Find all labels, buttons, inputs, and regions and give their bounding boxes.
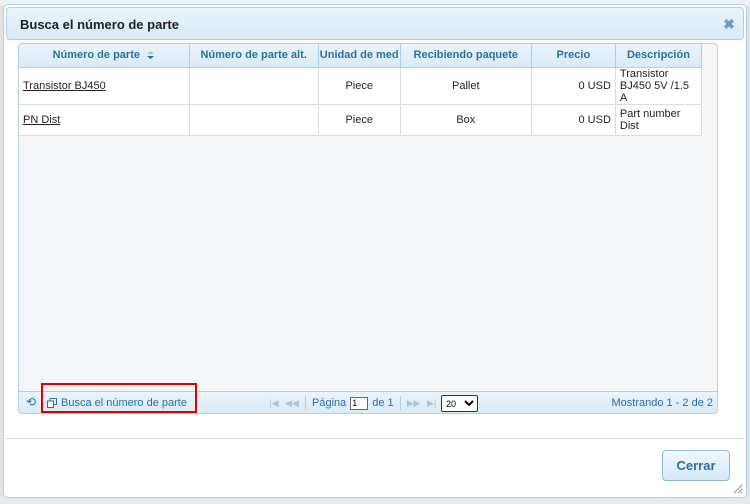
table-row[interactable]: Transistor BJ450 Piece Pallet 0 USD Tran… — [19, 67, 703, 105]
page-total-label: de 1 — [372, 397, 394, 409]
parts-grid: Número de parte Número de parte alt. Uni… — [18, 43, 718, 414]
part-number-link[interactable]: Transistor BJ450 — [23, 80, 106, 92]
record-count: Mostrando 1 - 2 de 2 — [611, 397, 713, 409]
cell-price: 0 USD — [531, 67, 616, 105]
part-search-dialog: Busca el número de parte ✖ Número de par… — [3, 4, 747, 498]
first-page-icon[interactable]: |◀ — [267, 398, 281, 409]
cell-unit: Piece — [318, 67, 401, 105]
pager-nav: |◀ ◀◀ Página de 1 ▶▶ ▶| — [267, 395, 439, 411]
refresh-icon[interactable]: ⟲ — [26, 396, 38, 408]
close-icon[interactable]: ✖ — [721, 16, 737, 32]
column-header-receiving-package[interactable]: Recibiendo paquete — [400, 44, 532, 68]
sort-icon — [147, 51, 155, 60]
pager-separator — [399, 396, 401, 410]
table-header-row: Número de parte Número de parte alt. Uni… — [19, 44, 703, 68]
column-header-label: Número de parte — [52, 49, 140, 62]
column-header-part-number[interactable]: Número de parte — [19, 44, 190, 68]
highlight-box — [41, 383, 197, 413]
cell-price: 0 USD — [531, 104, 616, 136]
dialog-titlebar: Busca el número de parte ✖ — [6, 7, 744, 40]
part-number-link[interactable]: PN Dist — [23, 114, 60, 126]
prev-page-icon[interactable]: ◀◀ — [285, 398, 299, 409]
cell-receiving-package: Pallet — [400, 67, 532, 105]
column-header-description[interactable]: Descripción — [615, 44, 703, 68]
page-number-input[interactable] — [350, 396, 369, 410]
cell-receiving-package: Box — [400, 104, 532, 136]
pager-separator — [305, 396, 306, 410]
last-page-icon[interactable]: ▶| — [425, 398, 439, 409]
cell-part-number: Transistor BJ450 — [19, 67, 190, 105]
next-page-icon[interactable]: ▶▶ — [407, 398, 421, 409]
column-header-price[interactable]: Precio — [531, 44, 616, 68]
resize-grip-icon[interactable] — [731, 482, 743, 494]
footer-divider — [6, 438, 744, 439]
page-label: Página — [312, 397, 347, 409]
table-row[interactable]: PN Dist Piece Box 0 USD Part number Dist — [19, 104, 703, 136]
cell-part-number: PN Dist — [19, 104, 190, 136]
column-header-unit[interactable]: Unidad de med — [318, 44, 401, 68]
dialog-title: Busca el número de parte — [20, 17, 179, 32]
rows-per-page-select[interactable]: 20 — [441, 395, 478, 412]
cell-alt-part-number — [189, 104, 319, 136]
cell-alt-part-number — [189, 67, 319, 105]
close-button[interactable]: Cerrar — [662, 450, 730, 481]
parts-table: Número de parte Número de parte alt. Uni… — [19, 44, 703, 136]
cell-description: Part number Dist — [615, 104, 703, 136]
column-header-alt-part-number[interactable]: Número de parte alt. — [189, 44, 319, 68]
cell-description: Transistor BJ450 5V /1.5 A — [615, 67, 703, 105]
cell-unit: Piece — [318, 104, 401, 136]
